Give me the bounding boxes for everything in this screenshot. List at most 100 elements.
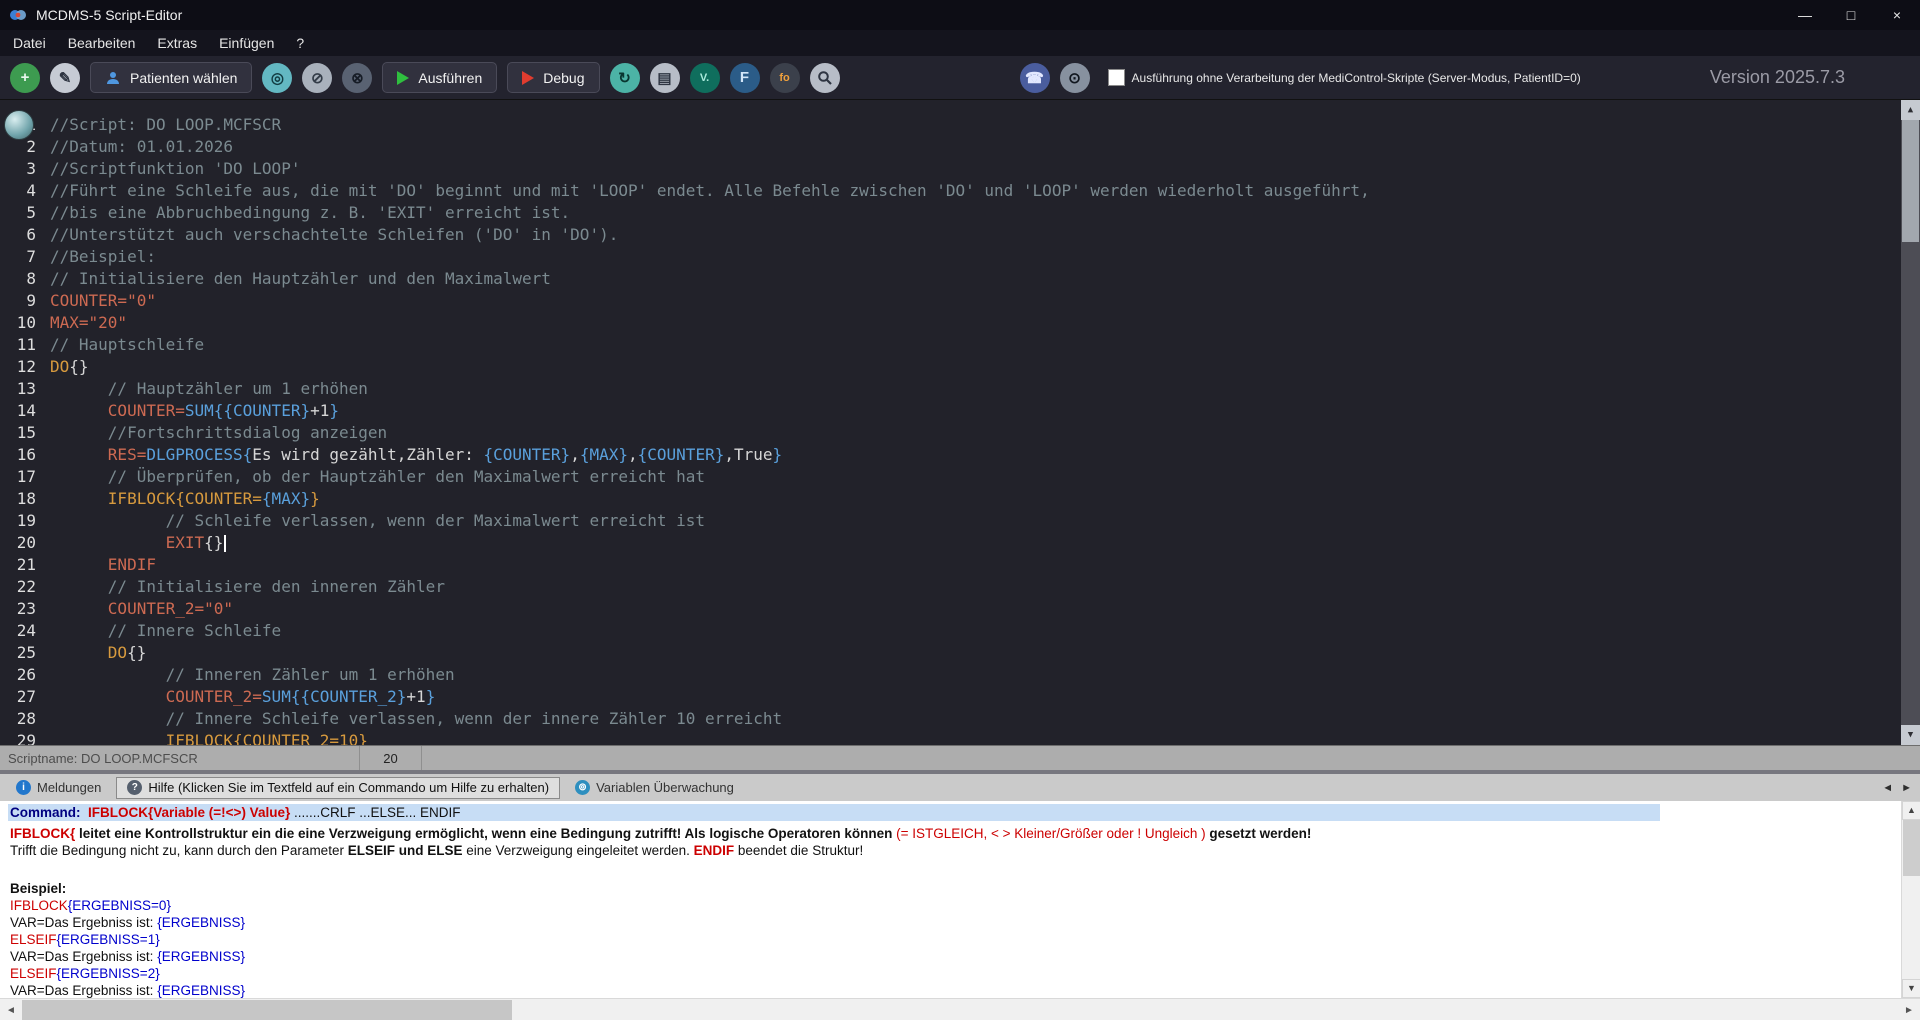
code-line-12[interactable]: 12DO{}	[0, 356, 1920, 378]
tab-scroll-arrows: ◄ ►	[1882, 774, 1912, 801]
menu-item-extras[interactable]: Extras	[146, 30, 208, 56]
menu-item-help-4[interactable]: ?	[285, 30, 315, 56]
menubar-items: DateiBearbeitenExtrasEinfügen?	[0, 30, 1920, 56]
debug-button-label: Debug	[543, 70, 584, 86]
editor-scrollbar-thumb[interactable]	[1902, 120, 1919, 242]
code-editor[interactable]: 1//Script: DO LOOP.MCFSCR2//Datum: 01.01…	[0, 100, 1920, 745]
help-scroll-up-button[interactable]: ▲	[1902, 801, 1920, 820]
code-line-11[interactable]: 11// Hauptschleife	[0, 334, 1920, 356]
stop-icon[interactable]: ⊗	[342, 63, 372, 93]
horizontal-scrollbar-thumb[interactable]	[22, 1000, 512, 1020]
line-number: 26	[0, 664, 36, 686]
code-text: //Unterstützt auch verschachtelte Schlei…	[36, 224, 618, 246]
line-number: 10	[0, 312, 36, 334]
code-line-14[interactable]: 14 COUNTER=SUM{{COUNTER}+1}	[0, 400, 1920, 422]
hscroll-left-button[interactable]: ◄	[0, 999, 22, 1020]
script-marker-icon	[4, 110, 34, 140]
line-number: 3	[0, 158, 36, 180]
server-mode-label: Ausführung ohne Verarbeitung der MediCon…	[1132, 71, 1581, 85]
help-panel: Command: IFBLOCK{Variable (=!<>) Value} …	[0, 801, 1920, 998]
help-scrollbar[interactable]: ▲ ▼	[1901, 801, 1920, 998]
code-line-28[interactable]: 28 // Innere Schleife verlassen, wenn de…	[0, 708, 1920, 730]
menu-item-einfgen[interactable]: Einfügen	[208, 30, 285, 56]
search-icon[interactable]	[810, 63, 840, 93]
webcam-icon[interactable]: ⊙	[1060, 63, 1090, 93]
line-number: 6	[0, 224, 36, 246]
run-button[interactable]: Ausführen	[382, 62, 497, 93]
f-logo-icon[interactable]: F	[730, 63, 760, 93]
code-text: // Innere Schleife	[36, 620, 281, 642]
horizontal-scrollbar[interactable]: ◄ ►	[0, 998, 1920, 1020]
maximize-button[interactable]: □	[1828, 0, 1874, 30]
code-line-21[interactable]: 21 ENDIF	[0, 554, 1920, 576]
line-number: 16	[0, 444, 36, 466]
code-line-2[interactable]: 2//Datum: 01.01.2026	[0, 136, 1920, 158]
close-button[interactable]: ×	[1874, 0, 1920, 30]
code-line-29[interactable]: 29 IFBLOCK{COUNTER_2=10}	[0, 730, 1920, 745]
code-line-25[interactable]: 25 DO{}	[0, 642, 1920, 664]
tabs-scroll-right-button[interactable]: ►	[1901, 782, 1912, 794]
editor-scroll-down-button[interactable]: ▼	[1901, 725, 1920, 745]
code-line-27[interactable]: 27 COUNTER_2=SUM{{COUNTER_2}+1}	[0, 686, 1920, 708]
device-icon[interactable]: ▤	[650, 63, 680, 93]
v-logo-icon[interactable]: V.	[690, 63, 720, 93]
code-line-23[interactable]: 23 COUNTER_2="0"	[0, 598, 1920, 620]
menu-item-bearbeiten[interactable]: Bearbeiten	[57, 30, 147, 56]
tab-variablen-ueberwachung[interactable]: ⊚Variablen Überwachung	[565, 777, 744, 799]
contact-icon[interactable]: ☎	[1020, 63, 1050, 93]
code-line-17[interactable]: 17 // Überprüfen, ob der Hauptzähler den…	[0, 466, 1920, 488]
code-line-5[interactable]: 5//bis eine Abbruchbedingung z. B. 'EXIT…	[0, 202, 1920, 224]
code-line-8[interactable]: 8// Initialisiere den Hauptzähler und de…	[0, 268, 1920, 290]
server-mode-checkbox[interactable]	[1108, 69, 1125, 86]
minimize-button[interactable]: —	[1782, 0, 1828, 30]
code-line-16[interactable]: 16 RES=DLGPROCESS{Es wird gezählt,Zähler…	[0, 444, 1920, 466]
code-line-10[interactable]: 10MAX="20"	[0, 312, 1920, 334]
line-number: 5	[0, 202, 36, 224]
tab-meldungen[interactable]: iMeldungen	[6, 777, 111, 799]
code-line-7[interactable]: 7//Beispiel:	[0, 246, 1920, 268]
new-script-icon[interactable]: +	[10, 63, 40, 93]
code-line-24[interactable]: 24 // Innere Schleife	[0, 620, 1920, 642]
window-controls: — □ ×	[1782, 0, 1920, 30]
code-line-9[interactable]: 9COUNTER="0"	[0, 290, 1920, 312]
code-line-15[interactable]: 15 //Fortschrittsdialog anzeigen	[0, 422, 1920, 444]
line-number: 21	[0, 554, 36, 576]
editor-scroll-up-button[interactable]: ▲	[1901, 100, 1920, 120]
select-patient-button[interactable]: Patienten wählen	[90, 62, 252, 93]
code-line-1[interactable]: 1//Script: DO LOOP.MCFSCR	[0, 114, 1920, 136]
view-icon[interactable]: ◎	[262, 63, 292, 93]
code-line-6[interactable]: 6//Unterstützt auch verschachtelte Schle…	[0, 224, 1920, 246]
hscroll-right-button[interactable]: ►	[1898, 999, 1920, 1020]
tab-hilfe-icon: ?	[127, 780, 142, 795]
code-line-13[interactable]: 13 // Hauptzähler um 1 erhöhen	[0, 378, 1920, 400]
code-line-26[interactable]: 26 // Inneren Zähler um 1 erhöhen	[0, 664, 1920, 686]
fo-logo-icon[interactable]: fo	[770, 63, 800, 93]
code-text: MAX="20"	[36, 312, 127, 334]
code-line-18[interactable]: 18 IFBLOCK{COUNTER={MAX}}	[0, 488, 1920, 510]
help-scroll-down-button[interactable]: ▼	[1902, 979, 1920, 998]
code-line-20[interactable]: 20 EXIT{}	[0, 532, 1920, 554]
debug-button[interactable]: Debug	[507, 62, 599, 93]
person-icon	[105, 70, 121, 86]
server-mode-option[interactable]: Ausführung ohne Verarbeitung der MediCon…	[1108, 69, 1581, 86]
help-scrollbar-thumb[interactable]	[1903, 820, 1920, 876]
help-command-line: Command: IFBLOCK{Variable (=!<>) Value} …	[8, 804, 1660, 821]
code-text: DO{}	[36, 642, 146, 664]
pause-icon[interactable]: ⊘	[302, 63, 332, 93]
line-number: 11	[0, 334, 36, 356]
menu-item-datei[interactable]: Datei	[2, 30, 57, 56]
line-number: 9	[0, 290, 36, 312]
tabs-scroll-left-button[interactable]: ◄	[1882, 782, 1893, 794]
code-line-4[interactable]: 4//Führt eine Schleife aus, die mit 'DO'…	[0, 180, 1920, 202]
code-line-22[interactable]: 22 // Initialisiere den inneren Zähler	[0, 576, 1920, 598]
code-text: // Innere Schleife verlassen, wenn der i…	[36, 708, 782, 730]
edit-script-icon[interactable]: ✎	[50, 63, 80, 93]
tab-hilfe[interactable]: ?Hilfe (Klicken Sie im Textfeld auf ein …	[116, 777, 560, 799]
editor-scrollbar[interactable]: ▲ ▼	[1901, 100, 1920, 745]
code-line-19[interactable]: 19 // Schleife verlassen, wenn der Maxim…	[0, 510, 1920, 532]
code-line-3[interactable]: 3//Scriptfunktion 'DO LOOP'	[0, 158, 1920, 180]
help-line: VAR=Das Ergebniss ist: {ERGEBNISS}	[10, 982, 1920, 998]
code-text: IFBLOCK{COUNTER_2=10}	[36, 730, 368, 745]
line-number: 20	[0, 532, 36, 554]
refresh-icon[interactable]: ↻	[610, 63, 640, 93]
